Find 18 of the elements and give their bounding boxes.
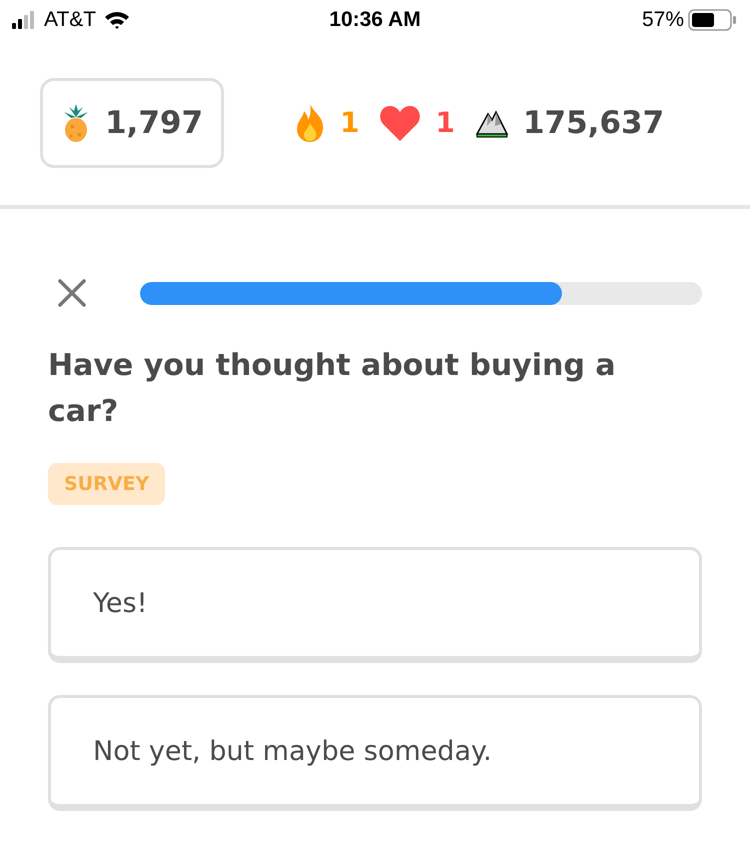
answer-option[interactable]: Not yet, but maybe someday. [48,695,702,811]
survey-tag: SURVEY [48,463,166,505]
stat-count: 175,637 [522,104,664,140]
gems-card[interactable]: 1,797 [40,78,224,168]
wifi-icon [104,10,130,30]
battery-icon [688,9,738,31]
heart-icon [379,104,422,142]
question-text: Have you thought about buying a car? [48,347,617,431]
stat-item[interactable]: 175,637 [474,104,664,140]
stat-count: 1 [435,106,455,139]
clock-time: 10:36 AM [329,8,421,32]
answer-option[interactable]: Yes! [48,547,702,663]
stat-count: 1 [340,106,360,139]
battery-percentage: 57% [642,8,684,32]
signal-icon [12,11,36,29]
flame-icon [294,102,326,142]
carrier-name: AT&T [44,8,96,32]
stat-count: 1,797 [104,104,204,140]
